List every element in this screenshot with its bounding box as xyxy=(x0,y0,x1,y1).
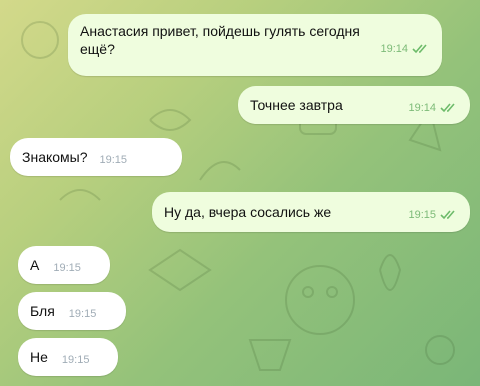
message-incoming[interactable]: Бля 19:15 xyxy=(18,292,126,330)
message-text: Анастасия привет, пойдешь гулять сегодня xyxy=(80,23,360,39)
message-time: 19:15 xyxy=(53,262,81,274)
message-meta: 19:15 xyxy=(408,206,458,224)
message-time: 19:15 xyxy=(408,209,436,221)
message-meta: 19:14 xyxy=(408,99,458,117)
message-meta: 19:15 xyxy=(53,259,81,277)
message-outgoing[interactable]: Точнее завтра 19:14 xyxy=(238,86,470,124)
message-incoming[interactable]: Не 19:15 xyxy=(18,338,118,376)
message-text: ещё? xyxy=(80,41,115,57)
message-text: Точнее завтра xyxy=(250,97,343,113)
message-time: 19:14 xyxy=(408,102,436,114)
message-text: Бля xyxy=(30,303,55,319)
message-time: 19:14 xyxy=(380,43,408,55)
message-meta: 19:15 xyxy=(62,351,90,369)
message-meta: 19:15 xyxy=(100,151,128,169)
message-incoming[interactable]: А 19:15 xyxy=(18,246,110,284)
double-check-icon xyxy=(440,103,458,113)
message-time: 19:15 xyxy=(99,154,128,166)
message-incoming[interactable]: Знакомы? 19:15 xyxy=(10,138,182,176)
message-meta: 19:15 xyxy=(69,305,97,323)
message-meta: 19:14 xyxy=(380,40,430,58)
chat-area[interactable]: Анастасия привет, пойдешь гулять сегодня… xyxy=(0,0,480,386)
message-text: Знакомы? xyxy=(22,149,88,165)
message-text: А xyxy=(30,257,40,273)
message-outgoing[interactable]: Ну да, вчера сосались же 19:15 xyxy=(152,192,470,232)
double-check-icon xyxy=(412,44,430,54)
message-outgoing[interactable]: Анастасия привет, пойдешь гулять сегодня… xyxy=(68,14,442,76)
message-text: Не xyxy=(30,349,48,365)
double-check-icon xyxy=(440,210,458,220)
message-text: Ну да, вчера сосались же xyxy=(164,204,332,220)
message-time: 19:15 xyxy=(68,308,97,320)
message-time: 19:15 xyxy=(61,354,90,366)
